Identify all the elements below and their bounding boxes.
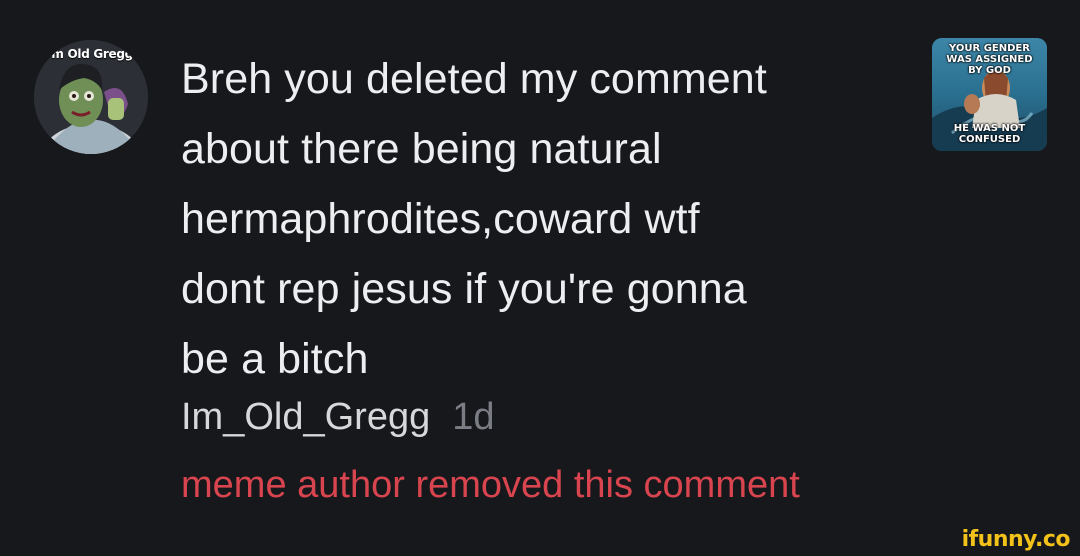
avatar-caption: I'm Old Gregg!	[43, 47, 139, 61]
comment-line: Breh you deleted my comment	[181, 55, 767, 103]
comment-line: about there being natural	[181, 125, 662, 173]
user-avatar[interactable]: I'm Old Gregg!	[34, 40, 148, 154]
comment-meta: Im_Old_Gregg 1d	[181, 390, 495, 444]
meme-thumbnail[interactable]: YOUR GENDER WAS ASSIGNED BY GOD HE WAS N…	[932, 38, 1047, 151]
comment-timestamp: 1d	[452, 396, 495, 438]
ifunny-watermark: ifunny.co	[961, 527, 1071, 552]
comment-line: hermaphrodites,coward wtf	[181, 195, 700, 243]
removed-status: meme author removed this comment	[181, 464, 800, 506]
meme-bottom-text: HE WAS NOT CONFUSED	[953, 123, 1026, 145]
meme-top-text: YOUR GENDER WAS ASSIGNED BY GOD	[946, 43, 1033, 76]
comment-line: dont rep jesus if you're gonna	[181, 265, 747, 313]
username-link[interactable]: Im_Old_Gregg	[181, 396, 430, 438]
comment-text: Breh you deleted my comment about there …	[181, 44, 901, 394]
comment-line: be a bitch	[181, 335, 369, 383]
